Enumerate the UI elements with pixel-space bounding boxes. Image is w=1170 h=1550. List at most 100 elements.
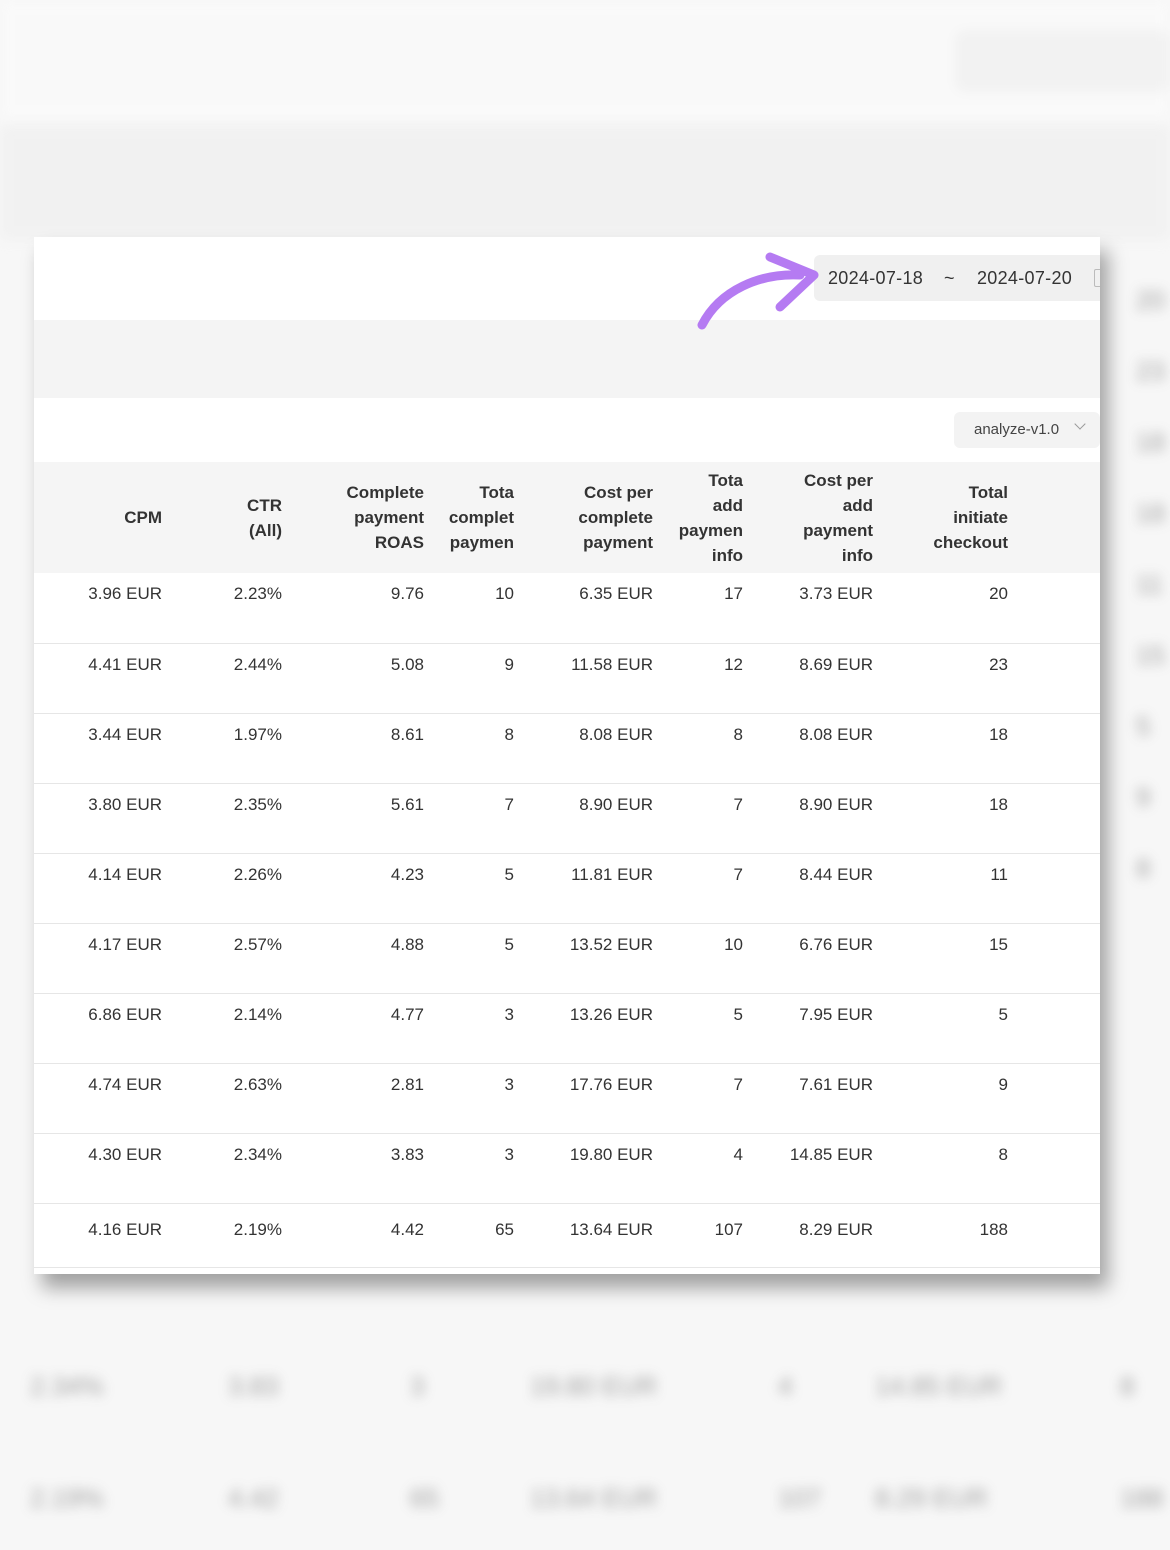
- table-cell: 5: [885, 993, 1020, 1064]
- backdrop-cell: 3: [410, 1371, 425, 1401]
- table-cell: 4.88: [294, 923, 436, 994]
- backdrop-cell: 2.19%: [30, 1483, 104, 1513]
- table-cell: 2.63%: [174, 1063, 294, 1134]
- table-cell: 7.95 EUR: [1020, 993, 1100, 1064]
- version-select-value: analyze-v1.0: [974, 421, 1060, 438]
- table-cell: 6.86 EUR: [54, 993, 174, 1064]
- table-cell: 7: [665, 1063, 755, 1134]
- table-cell: 2.19%: [174, 1203, 294, 1268]
- analytics-card: 2024-07-18 ~ 2024-07-20 analyze-v1.0 CPM…: [34, 237, 1100, 1274]
- table-cell: 7.61 EUR: [755, 1063, 885, 1134]
- table-cell: 3.96 EUR: [54, 573, 174, 644]
- table-cell: 4.14 EUR: [54, 853, 174, 924]
- backdrop-date-box: [955, 30, 1170, 92]
- table-cell-spacer: [34, 1063, 54, 1134]
- backdrop-cell: 65: [410, 1483, 439, 1513]
- table-cell: 3.80 EUR: [54, 783, 174, 854]
- table-cell: 5: [436, 853, 526, 924]
- table-total-row[interactable]: 4.16 EUR 2.19% 4.42 65 13.64 EUR 107 8.29 EUR 1…: [34, 1203, 1100, 1268]
- column-header[interactable]: [34, 462, 54, 573]
- backdrop-cell: 188: [1120, 1483, 1164, 1513]
- backdrop-side-value: 20: [1136, 285, 1165, 315]
- table-row[interactable]: 4.17 EUR2.57%4.88513.52 EUR106.76 EUR154…: [34, 923, 1100, 994]
- table-cell: 11: [885, 853, 1020, 924]
- table-cell: 18: [885, 783, 1020, 854]
- table-cell: 6.76 EUR: [755, 923, 885, 994]
- table-cell: 11.58 EUR: [526, 643, 665, 714]
- backdrop-side-column: 20 23 18 18 11 15 5 9 8: [1112, 240, 1170, 1300]
- backdrop-cell: 4.42: [228, 1483, 279, 1513]
- table-cell: 4.74 EUR: [54, 1063, 174, 1134]
- table-row[interactable]: 3.44 EUR1.97%8.6188.08 EUR88.08 EUR183.5…: [34, 713, 1100, 784]
- table-row[interactable]: 4.41 EUR2.44%5.08911.58 EUR128.69 EUR234…: [34, 643, 1100, 714]
- table-cell: 23: [885, 643, 1020, 714]
- backdrop-side-value: 18: [1136, 498, 1165, 528]
- column-header[interactable]: CTR (All): [174, 462, 294, 573]
- chevron-down-icon: [1074, 418, 1086, 430]
- version-select[interactable]: analyze-v1.0: [954, 412, 1100, 448]
- backdrop-cell: 8.29 EUR: [875, 1483, 988, 1513]
- backdrop-side-value: 18: [1136, 427, 1165, 457]
- table-row[interactable]: 4.14 EUR2.26%4.23511.81 EUR78.44 EUR115.…: [34, 853, 1100, 924]
- table-cell: 3.44 EUR: [54, 713, 174, 784]
- column-header[interactable]: Cost perinitiatecheckout: [1020, 462, 1100, 573]
- date-start[interactable]: 2024-07-18: [828, 268, 923, 289]
- table-cell: 7: [436, 783, 526, 854]
- table-body: 3.96 EUR2.23%9.76106.35 EUR173.73 EUR203…: [34, 573, 1100, 1268]
- table-cell: 5.08: [294, 643, 436, 714]
- table-cell: 5.37 EUR: [1020, 853, 1100, 924]
- backdrop-cell: 8: [1120, 1371, 1135, 1401]
- table-cell-spacer: [34, 923, 54, 994]
- table-cell: 4: [665, 1133, 755, 1204]
- table-cell-spacer: [34, 573, 54, 644]
- table-cell: 8: [436, 713, 526, 784]
- date-range-picker[interactable]: 2024-07-18 ~ 2024-07-20: [814, 255, 1100, 301]
- table-cell: 20: [885, 573, 1020, 644]
- table-cell-spacer: [34, 643, 54, 714]
- table-cell: 3.59 EUR: [1020, 713, 1100, 784]
- table-cell: 13.52 EUR: [526, 923, 665, 994]
- table-cell: 13.64 EUR: [526, 1203, 665, 1268]
- table-cell: 19.80 EUR: [526, 1133, 665, 1204]
- table-row[interactable]: 4.30 EUR2.34%3.83319.80 EUR414.85 EUR87.…: [34, 1133, 1100, 1204]
- date-end[interactable]: 2024-07-20: [977, 268, 1072, 289]
- column-header[interactable]: Cost per add payment info: [755, 462, 885, 573]
- table-row[interactable]: 3.96 EUR2.23%9.76106.35 EUR173.73 EUR203…: [34, 573, 1100, 644]
- table-cell: 3.17 EUR: [1020, 573, 1100, 644]
- table-cell: 2.35%: [174, 783, 294, 854]
- backdrop-cell: 2.34%: [30, 1371, 104, 1401]
- column-header[interactable]: Cost per complete payment: [526, 462, 665, 573]
- table-cell: 4.51 EUR: [1020, 923, 1100, 994]
- table-cell: 8: [885, 1133, 1020, 1204]
- table-cell: 8: [665, 713, 755, 784]
- table-cell: 7: [665, 853, 755, 924]
- table-cell: 3: [436, 1133, 526, 1204]
- column-header[interactable]: Tota complet paymen: [436, 462, 526, 573]
- table-cell: 5: [665, 993, 755, 1064]
- column-header[interactable]: Tota add paymen info: [665, 462, 755, 573]
- table-row[interactable]: 6.86 EUR2.14%4.77313.26 EUR57.95 EUR57.9…: [34, 993, 1100, 1064]
- table-cell: 2.26%: [174, 853, 294, 924]
- table-cell-spacer: [34, 713, 54, 784]
- table-cell: 4.42: [294, 1203, 436, 1268]
- table-row[interactable]: 3.80 EUR2.35%5.6178.90 EUR78.90 EUR183.4…: [34, 783, 1100, 854]
- table-cell: 9: [885, 1063, 1020, 1134]
- table-cell: 8.08 EUR: [755, 713, 885, 784]
- table-cell: 8.29 EUR: [755, 1203, 885, 1268]
- column-header[interactable]: CPM: [54, 462, 174, 573]
- column-header[interactable]: Complete payment ROAS: [294, 462, 436, 573]
- table-header-row: CPM CTR (All) Complete payment ROAS Tota comple…: [34, 462, 1100, 573]
- table-cell: 5.92 EUR: [1020, 1063, 1100, 1134]
- table-cell: 5: [436, 923, 526, 994]
- table-row[interactable]: 4.74 EUR2.63%2.81317.76 EUR77.61 EUR95.9…: [34, 1063, 1100, 1134]
- table-cell-spacer: [34, 853, 54, 924]
- backdrop-side-value: 9: [1136, 782, 1151, 812]
- backdrop-row: 2.34% 3.83 3 19.80 EUR 4 14.85 EUR 8: [0, 1335, 1170, 1435]
- backdrop-cell: 3.83: [228, 1371, 279, 1401]
- table-cell: 9.76: [294, 573, 436, 644]
- backdrop-cell: 4: [778, 1371, 793, 1401]
- column-header[interactable]: Total initiate checkout: [885, 462, 1020, 573]
- table-cell: 4.72 EUR: [1020, 1203, 1100, 1268]
- date-separator: ~: [944, 267, 955, 288]
- table-cell: 11.81 EUR: [526, 853, 665, 924]
